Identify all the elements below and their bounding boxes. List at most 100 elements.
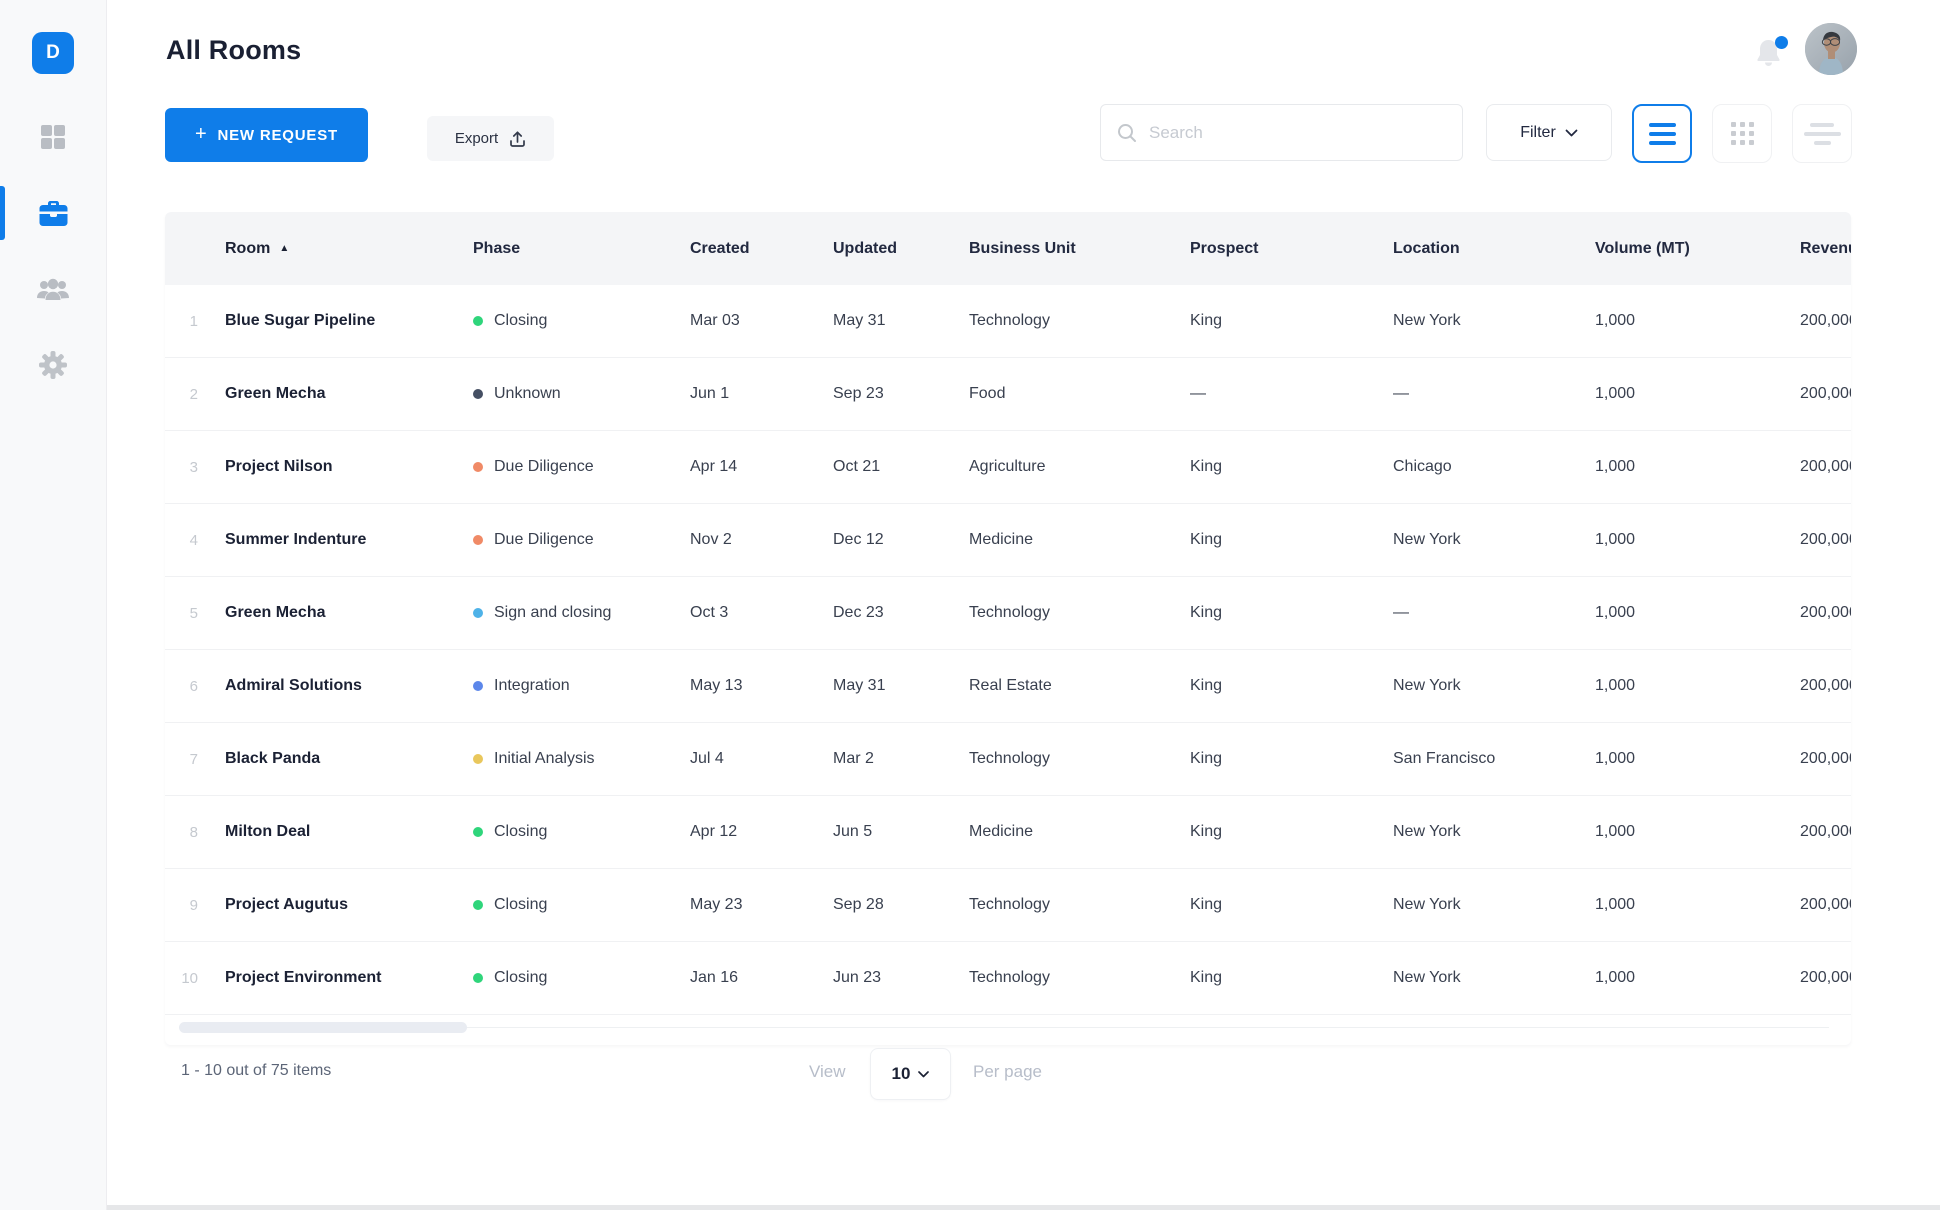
cell-volume: 1,000 [1595, 531, 1636, 548]
table-row[interactable]: 1 Blue Sugar Pipeline Closing Mar 03 May 31 T… [165, 285, 1851, 358]
view-toggle-grid[interactable] [1712, 104, 1772, 163]
sidebar-item-dashboard[interactable] [0, 99, 106, 175]
cell-num: 10 [181, 969, 198, 987]
column-header-business-unit[interactable]: Business Unit [969, 212, 1190, 285]
cell-created: Apr 14 [690, 458, 738, 475]
column-header-phase[interactable]: Phase [473, 212, 690, 285]
cell-num: 1 [189, 312, 198, 330]
user-avatar[interactable] [1805, 23, 1857, 75]
items-count: 1 - 10 out of 75 items [181, 1062, 332, 1079]
upload-icon [510, 130, 526, 147]
new-request-button[interactable]: + NEW REQUEST [165, 108, 368, 162]
table-row[interactable]: 8 Milton Deal Closing Apr 12 Jun 5 Medicine Ki… [165, 796, 1851, 869]
cell-created: May 23 [690, 896, 743, 913]
dashboard-grid-icon [41, 125, 65, 149]
cell-revenue: 200,000 [1800, 385, 1851, 402]
filter-button[interactable]: Filter [1486, 104, 1612, 161]
window-bottom-edge [0, 1205, 1940, 1210]
phase-label: Unknown [494, 385, 561, 402]
column-label: Updated [833, 239, 897, 257]
table-row[interactable]: 10 Project Environment Closing Jan 16 Jun 23… [165, 942, 1851, 1015]
column-header-updated[interactable]: Updated [833, 212, 969, 285]
sidebar-item-rooms[interactable] [0, 175, 106, 251]
cell-created: Nov 2 [690, 531, 732, 548]
column-header-spacer [165, 212, 225, 285]
phase-status-dot [473, 973, 483, 983]
compact-view-icon [1803, 122, 1841, 145]
cell-location: New York [1393, 677, 1461, 694]
column-header-revenue[interactable]: Revenue [1800, 212, 1851, 285]
cell-revenue: 200,000 [1800, 458, 1851, 475]
cell-updated: May 31 [833, 312, 886, 329]
cell-created: May 13 [690, 677, 743, 694]
column-label: Location [1393, 239, 1460, 257]
cell-phase: Initial Analysis [473, 723, 690, 795]
app-logo[interactable]: D [32, 32, 74, 74]
table-row[interactable]: 6 Admiral Solutions Integration May 13 May 3… [165, 650, 1851, 723]
column-label: Prospect [1190, 239, 1259, 257]
sort-asc-icon: ▲ [279, 243, 290, 254]
column-label: Room [225, 239, 271, 257]
column-header-room[interactable]: Room ▲ [225, 212, 473, 285]
cell-num: 6 [189, 677, 198, 695]
cell-volume: 1,000 [1595, 896, 1636, 913]
cell-volume: 1,000 [1595, 823, 1636, 840]
sidebar-item-settings[interactable] [0, 327, 106, 403]
view-toggle-list[interactable] [1632, 104, 1692, 163]
phase-label: Closing [494, 896, 548, 913]
table-body: 1 Blue Sugar Pipeline Closing Mar 03 May 31 T… [165, 285, 1851, 1015]
phase-status-dot [473, 681, 483, 691]
column-label: Volume (MT) [1595, 239, 1690, 257]
cell-volume: 1,000 [1595, 969, 1636, 986]
search-input[interactable] [1149, 122, 1462, 143]
per-page-select[interactable]: 10 [870, 1048, 951, 1100]
cell-phase: Closing [473, 942, 690, 1014]
table-row[interactable]: 3 Project Nilson Due Diligence Apr 14 Oct 21… [165, 431, 1851, 504]
cell-phase: Sign and closing [473, 577, 690, 649]
cell-updated: Sep 23 [833, 385, 884, 402]
phase-label: Closing [494, 312, 548, 329]
cell-phase: Closing [473, 869, 690, 941]
cell-revenue: 200,000 [1800, 677, 1851, 694]
column-label: Revenue [1800, 239, 1851, 257]
cell-location: — [1393, 385, 1409, 402]
cell-location: Chicago [1393, 458, 1452, 475]
phase-status-dot [473, 389, 483, 399]
cell-business-unit: Agriculture [969, 458, 1046, 475]
active-indicator [0, 186, 5, 240]
phase-label: Closing [494, 823, 548, 840]
table-row[interactable]: 2 Green Mecha Unknown Jun 1 Sep 23 Food — — 1,00… [165, 358, 1851, 431]
export-button[interactable]: Export [427, 116, 554, 161]
per-page-label: Per page [973, 1062, 1042, 1081]
cell-room: Green Mecha [225, 604, 326, 621]
export-label: Export [454, 130, 499, 147]
phase-status-dot [473, 316, 483, 326]
cell-prospect: King [1190, 677, 1223, 694]
cell-room: Black Panda [225, 750, 321, 767]
column-header-prospect[interactable]: Prospect [1190, 212, 1393, 285]
cell-created: Jan 16 [690, 969, 739, 986]
cell-volume: 1,000 [1595, 677, 1636, 694]
column-header-volume[interactable]: Volume (MT) [1595, 212, 1800, 285]
column-label: Phase [473, 239, 521, 257]
cell-prospect: King [1190, 969, 1223, 986]
table-row[interactable]: 7 Black Panda Initial Analysis Jul 4 Mar 2 Te… [165, 723, 1851, 796]
cell-revenue: 200,000 [1800, 896, 1851, 913]
table-row[interactable]: 5 Green Mecha Sign and closing Oct 3 Dec 23 T… [165, 577, 1851, 650]
column-label: Created [690, 239, 750, 257]
notification-bell-icon[interactable] [1755, 36, 1788, 70]
table-row[interactable]: 9 Project Augutus Closing May 23 Sep 28 Techn… [165, 869, 1851, 942]
phase-status-dot [473, 900, 483, 910]
cell-prospect: King [1190, 604, 1223, 621]
page-title: All Rooms [166, 35, 302, 65]
table-row[interactable]: 4 Summer Indenture Due Diligence Nov 2 Dec 1… [165, 504, 1851, 577]
sidebar-item-team[interactable] [0, 251, 106, 327]
phase-status-dot [473, 462, 483, 472]
view-toggle-compact[interactable] [1792, 104, 1852, 163]
cell-location: New York [1393, 531, 1461, 548]
cell-room: Green Mecha [225, 385, 326, 402]
column-header-location[interactable]: Location [1393, 212, 1595, 285]
column-header-created[interactable]: Created [690, 212, 833, 285]
column-label: Business Unit [969, 239, 1076, 257]
scrollbar-thumb[interactable] [179, 1022, 467, 1033]
